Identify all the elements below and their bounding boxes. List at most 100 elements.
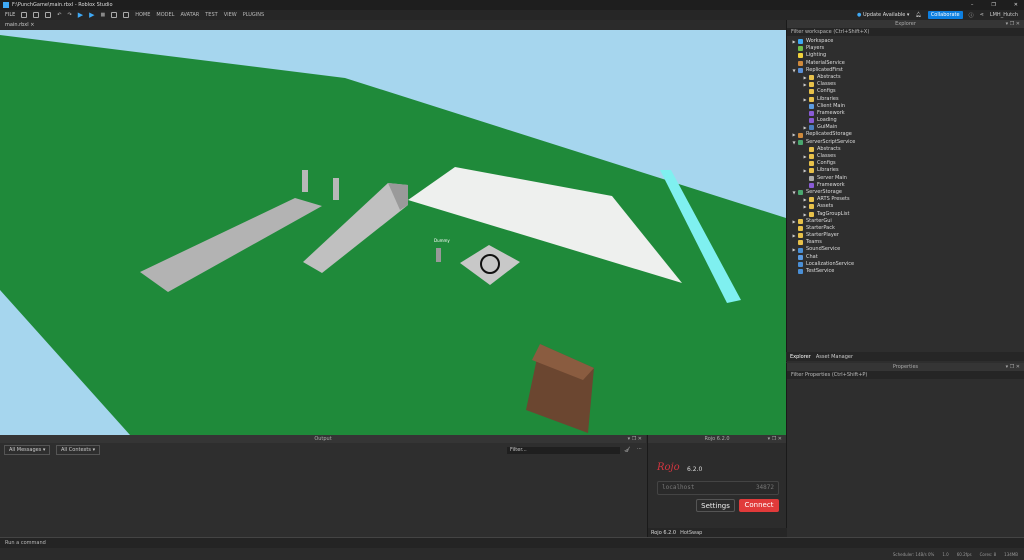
doc-tab-main[interactable]: main.rbxl × — [5, 22, 34, 28]
explorer-item[interactable]: Server Main — [787, 175, 1024, 182]
tab-asset-manager[interactable]: Asset Manager — [816, 354, 853, 360]
play-here-icon[interactable]: ▶ — [89, 11, 94, 19]
explorer-item[interactable]: ▶ Libraries — [787, 96, 1024, 103]
explorer-item[interactable]: ▶ Assets — [787, 203, 1024, 210]
expand-arrow-icon[interactable]: ▶ — [801, 124, 809, 131]
explorer-item[interactable]: ▶ Abstracts — [787, 74, 1024, 81]
maximize-button[interactable]: ❐ — [991, 2, 995, 8]
explorer-item[interactable]: Configs — [787, 88, 1024, 95]
explorer-item[interactable]: Client Main — [787, 103, 1024, 110]
play-icon[interactable]: ▶ — [78, 11, 83, 19]
save-icon[interactable] — [45, 12, 52, 18]
command-bar-input[interactable]: Run a command — [0, 537, 1024, 548]
settings-button[interactable]: Settings — [696, 499, 735, 512]
contexts-dropdown[interactable]: All Contexts ▾ — [56, 445, 101, 455]
clear-output-icon[interactable]: 🧹︎ — [624, 447, 630, 453]
3d-viewport[interactable]: Dummy — [0, 30, 786, 435]
layout-icon[interactable] — [123, 12, 130, 18]
explorer-item[interactable]: StarterPack — [787, 225, 1024, 232]
explorer-item[interactable]: ▶ StarterPlayer — [787, 232, 1024, 239]
explorer-item[interactable]: TestService — [787, 268, 1024, 275]
explorer-item[interactable]: ▶ TagGroupList — [787, 211, 1024, 218]
panel-controls[interactable]: ▾ ❐ ✕ — [1006, 20, 1020, 28]
expand-arrow-icon[interactable]: ▶ — [801, 96, 809, 103]
close-tab-icon[interactable]: × — [30, 22, 34, 28]
expand-arrow-icon[interactable]: ▶ — [801, 196, 809, 203]
expand-arrow-icon[interactable]: ▶ — [801, 211, 809, 218]
expand-arrow-icon[interactable]: ▼ — [790, 139, 798, 146]
expand-arrow-icon[interactable]: ▶ — [801, 74, 809, 81]
expand-arrow-icon[interactable]: ▶ — [790, 38, 798, 45]
undo-icon[interactable]: ↶ — [57, 12, 61, 18]
tab-hotswap[interactable]: HotSwap — [680, 530, 702, 536]
team-create-icon[interactable] — [111, 12, 118, 18]
explorer-item[interactable]: ▶ ARTS Presets — [787, 196, 1024, 203]
explorer-item[interactable]: ▶ Libraries — [787, 167, 1024, 174]
explorer-item[interactable]: Loading — [787, 117, 1024, 124]
properties-filter-input[interactable]: Filter Properties (Ctrl+Shift+P) — [787, 371, 1024, 379]
explorer-item[interactable]: Configs — [787, 160, 1024, 167]
file-menu[interactable]: FILE — [5, 12, 15, 18]
expand-arrow-icon[interactable]: ▶ — [790, 246, 798, 253]
help-icon[interactable]: ⓘ — [969, 12, 974, 19]
open-folder-icon[interactable] — [33, 12, 40, 18]
panel-controls[interactable]: ▾ ❐ ✕ — [628, 435, 642, 443]
stop-icon[interactable]: ■ — [100, 12, 105, 18]
minimize-button[interactable]: – — [971, 2, 974, 8]
output-filter-input[interactable]: Filter... — [507, 447, 620, 454]
explorer-item[interactable]: ▼ ReplicatedFirst — [787, 67, 1024, 74]
explorer-item[interactable]: ▼ ServerScriptService — [787, 139, 1024, 146]
tab-test[interactable]: TEST — [205, 12, 217, 18]
explorer-item[interactable]: ▶ GuiMain — [787, 124, 1024, 131]
explorer-item[interactable]: Teams — [787, 239, 1024, 246]
expand-arrow-icon[interactable]: ▶ — [801, 167, 809, 174]
tab-view[interactable]: VIEW — [224, 12, 237, 18]
expand-arrow-icon[interactable]: ▶ — [790, 232, 798, 239]
tab-explorer[interactable]: Explorer — [790, 354, 811, 360]
tab-plugins[interactable]: PLUGINS — [243, 12, 264, 18]
explorer-item[interactable]: Abstracts — [787, 146, 1024, 153]
tab-rojo[interactable]: Rojo 6.2.0 — [651, 530, 676, 536]
redo-icon[interactable]: ↷ — [68, 12, 72, 18]
explorer-item[interactable]: ▶ SoundService — [787, 246, 1024, 253]
user-menu[interactable]: LMH_Hutch — [990, 12, 1018, 18]
connect-button[interactable]: Connect — [739, 499, 779, 512]
explorer-item[interactable]: ▶ Classes — [787, 153, 1024, 160]
new-file-icon[interactable] — [21, 12, 28, 18]
expand-arrow-icon[interactable]: ▶ — [801, 81, 809, 88]
tab-home[interactable]: HOME — [135, 12, 150, 18]
expand-arrow-icon[interactable]: ▶ — [790, 218, 798, 225]
expand-arrow-icon[interactable]: ▼ — [790, 189, 798, 196]
explorer-item[interactable]: Framework — [787, 110, 1024, 117]
port-input[interactable]: 34872 — [756, 482, 774, 494]
explorer-item[interactable]: MaterialService — [787, 60, 1024, 67]
explorer-item[interactable]: Framework — [787, 182, 1024, 189]
notification-icon[interactable]: 🔔︎ — [915, 12, 921, 18]
explorer-filter-input[interactable]: Filter workspace (Ctrl+Shift+X) — [787, 28, 1024, 36]
explorer-item[interactable]: ▼ ServerStorage — [787, 189, 1024, 196]
expand-arrow-icon[interactable]: ▼ — [790, 67, 798, 74]
explorer-item[interactable]: ▶ Classes — [787, 81, 1024, 88]
messages-dropdown[interactable]: All Messages ▾ — [4, 445, 51, 455]
update-available-button[interactable]: ● Update Available ▾ — [857, 12, 909, 18]
expand-arrow-icon[interactable]: ▶ — [801, 203, 809, 210]
explorer-item[interactable]: Lighting — [787, 52, 1024, 59]
share-icon[interactable]: ⋖ — [980, 12, 984, 18]
instance-icon — [798, 247, 803, 253]
panel-controls[interactable]: ▾ ❐ ✕ — [1006, 363, 1020, 371]
collaborate-button[interactable]: Collaborate — [927, 11, 963, 19]
panel-controls[interactable]: ▾ ❐ ✕ — [768, 435, 782, 443]
host-input[interactable]: localhost 34872 — [657, 481, 779, 495]
explorer-item[interactable]: ▶ StarterGui — [787, 218, 1024, 225]
tab-avatar[interactable]: AVATAR — [180, 12, 199, 18]
explorer-item[interactable]: Players — [787, 45, 1024, 52]
expand-arrow-icon[interactable]: ▶ — [801, 153, 809, 160]
expand-arrow-icon[interactable]: ▶ — [790, 131, 798, 138]
explorer-item[interactable]: ▶ ReplicatedStorage — [787, 131, 1024, 138]
more-icon[interactable]: ⋯ — [637, 446, 642, 452]
close-button[interactable]: ✕ — [1014, 2, 1018, 8]
tab-model[interactable]: MODEL — [156, 12, 174, 18]
explorer-item[interactable]: ▶ Workspace — [787, 38, 1024, 45]
explorer-item[interactable]: Chat — [787, 254, 1024, 261]
explorer-item[interactable]: LocalizationService — [787, 261, 1024, 268]
